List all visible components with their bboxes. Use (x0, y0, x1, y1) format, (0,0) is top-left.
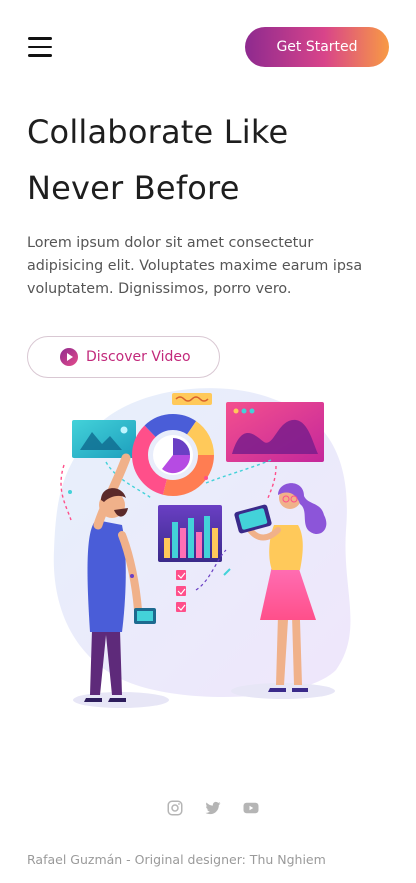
page-title: Collaborate Like Never Before (27, 104, 397, 216)
get-started-button[interactable]: Get Started (245, 27, 389, 67)
hero-description: Lorem ipsum dolor sit amet consectetur a… (27, 235, 363, 297)
hamburger-menu-icon[interactable] (28, 37, 52, 57)
title-line-1: Collaborate Like (27, 113, 289, 151)
teal-image-card (72, 420, 136, 458)
play-icon (60, 348, 78, 366)
instagram-icon[interactable] (166, 799, 184, 817)
title-line-2: Never Before (27, 169, 240, 207)
footer-credit: Rafael Guzmán - Original designer: Thu N… (27, 852, 326, 867)
discover-video-button[interactable]: Discover Video (27, 336, 220, 378)
landing-page: Get Started Collaborate Like Never Befor… (0, 0, 416, 883)
youtube-icon[interactable] (242, 799, 260, 817)
collaboration-illustration (53, 388, 351, 708)
social-links (0, 799, 416, 817)
discover-video-label: Discover Video (86, 349, 191, 365)
twitter-icon[interactable] (204, 799, 222, 817)
